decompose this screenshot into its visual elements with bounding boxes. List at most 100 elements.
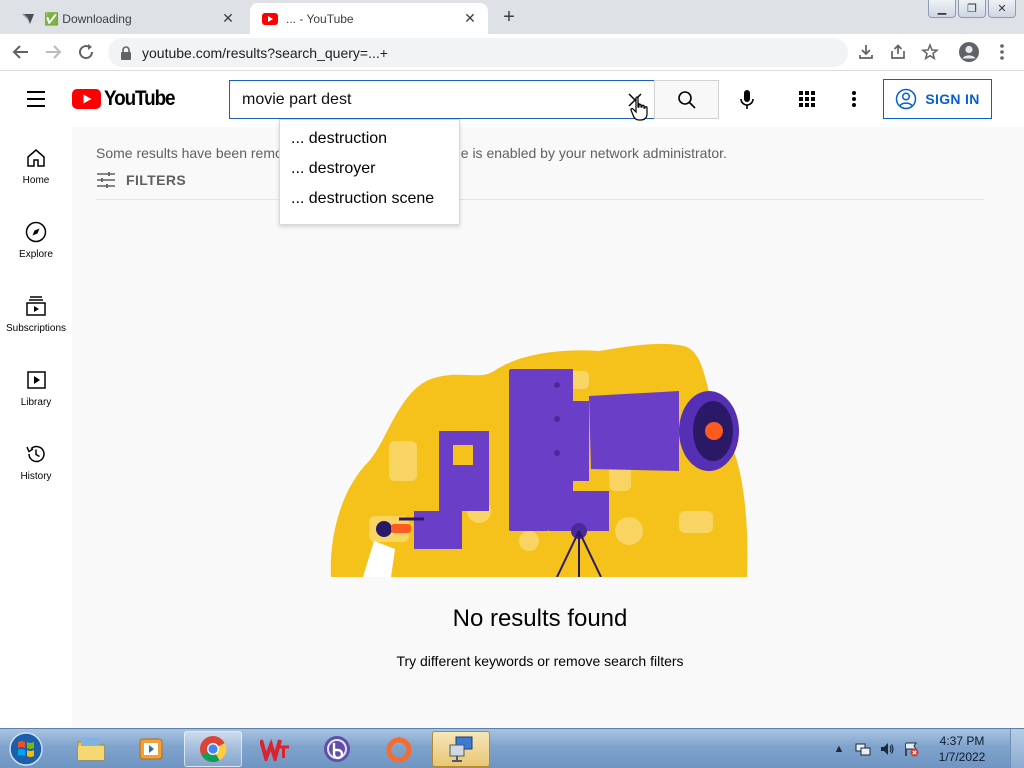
browser-tab-strip: ✅ Downloading ✕ ... - YouTube ✕ + ▁ ❐ ✕ xyxy=(0,0,1024,34)
taskbar-media-player[interactable] xyxy=(122,731,180,767)
back-arrow-icon xyxy=(12,45,28,59)
no-results-illustration xyxy=(330,343,748,577)
voice-search-button[interactable] xyxy=(732,85,762,115)
download-icon xyxy=(859,45,873,59)
sign-in-label: SIGN IN xyxy=(925,91,980,107)
search-box[interactable] xyxy=(229,80,655,119)
chrome-icon xyxy=(200,736,227,763)
filters-button[interactable]: FILTERS xyxy=(96,171,186,189)
install-app-button[interactable] xyxy=(853,39,879,65)
sidebar-item-label: Explore xyxy=(19,249,53,260)
profile-avatar-icon xyxy=(959,42,979,62)
suggestion-item[interactable]: ... destroyer xyxy=(280,154,459,184)
restore-button[interactable]: ❐ xyxy=(958,0,986,18)
sign-in-button[interactable]: SIGN IN xyxy=(883,79,992,119)
show-hidden-icons-icon[interactable]: ▲ xyxy=(830,740,848,758)
sidebar-item-home[interactable]: Home xyxy=(0,127,72,201)
new-tab-button[interactable]: + xyxy=(498,6,520,28)
sidebar-item-library[interactable]: Library xyxy=(0,349,72,423)
search-suggestions-dropdown: ... destruction ... destroyer ... destru… xyxy=(279,119,460,225)
windows-taskbar: ▲ 4:37 PM 1/7/2022 xyxy=(0,728,1024,768)
kebab-menu-icon xyxy=(852,91,856,107)
volume-icon[interactable] xyxy=(878,740,896,758)
forward-button[interactable] xyxy=(40,39,66,65)
search-results-area: Some results have been remo e is enabled … xyxy=(72,127,1024,728)
folder-icon xyxy=(77,738,105,761)
search-button[interactable] xyxy=(654,80,719,119)
wps-office-icon xyxy=(260,738,289,761)
browser-menu-button[interactable] xyxy=(989,39,1015,65)
lock-icon xyxy=(120,45,132,60)
sidebar-item-label: Library xyxy=(20,397,52,408)
close-tab-icon[interactable]: ✕ xyxy=(460,9,480,29)
system-clock[interactable]: 4:37 PM 1/7/2022 xyxy=(926,733,998,765)
kebab-menu-icon xyxy=(1000,44,1004,60)
bookmark-button[interactable] xyxy=(917,39,943,65)
origin-icon xyxy=(386,736,412,763)
clock-time: 4:37 PM xyxy=(939,734,985,748)
no-results-title: No results found xyxy=(452,605,628,632)
close-tab-icon[interactable]: ✕ xyxy=(218,9,238,29)
microphone-icon xyxy=(740,90,754,109)
youtube-play-logo-icon xyxy=(72,89,101,109)
bittorrent-icon xyxy=(324,736,350,762)
tab-title: ... - YouTube xyxy=(286,11,354,26)
tab-downloading[interactable]: ✅ Downloading ✕ xyxy=(8,3,246,34)
suggestion-item[interactable]: ... destruction scene xyxy=(280,184,459,214)
youtube-favicon-icon xyxy=(262,11,278,27)
youtube-header: YouTube SIGN IN xyxy=(0,71,1024,127)
sidebar-item-label: History xyxy=(20,471,52,482)
history-icon xyxy=(26,445,45,463)
sidebar-item-history[interactable]: History xyxy=(0,423,72,497)
minimize-button[interactable]: ▁ xyxy=(928,0,956,18)
taskbar-origin[interactable] xyxy=(370,731,428,767)
settings-menu-button[interactable] xyxy=(843,85,865,113)
network-computer-icon xyxy=(449,736,473,762)
notice-text-left: Some results have been remo xyxy=(96,145,283,161)
taskbar-wps[interactable] xyxy=(246,731,304,767)
taskbar-explorer[interactable] xyxy=(62,731,120,767)
url-text: youtube.com/results?search_query=...+ xyxy=(142,44,388,61)
home-icon xyxy=(27,149,45,167)
search-input[interactable] xyxy=(230,81,610,118)
sidebar-item-subscriptions[interactable]: Subscriptions xyxy=(0,275,72,349)
tab-title: ✅ Downloading xyxy=(44,11,132,26)
youtube-logo[interactable]: YouTube xyxy=(72,87,182,111)
mini-guide-sidebar: Home Explore Subscriptions Library Histo… xyxy=(0,127,72,728)
taskbar-bittorrent[interactable] xyxy=(308,731,366,767)
forward-arrow-icon xyxy=(46,45,62,59)
action-center-warning-icon[interactable] xyxy=(902,740,920,758)
taskbar-chrome[interactable] xyxy=(184,731,242,767)
search-icon xyxy=(677,90,696,109)
library-icon xyxy=(27,371,46,389)
show-desktop-button[interactable] xyxy=(1010,729,1024,768)
compass-icon xyxy=(25,221,47,243)
media-player-icon xyxy=(139,738,163,760)
no-results-hint: Try different keywords or remove search … xyxy=(396,653,684,669)
youtube-wordmark: YouTube xyxy=(104,87,176,110)
profile-button[interactable] xyxy=(956,39,982,65)
reload-button[interactable] xyxy=(73,39,99,65)
account-circle-icon xyxy=(896,88,917,110)
taskbar-network-app[interactable] xyxy=(432,731,490,767)
apps-grid-icon xyxy=(799,91,815,107)
network-status-icon[interactable] xyxy=(854,740,872,758)
close-window-button[interactable]: ✕ xyxy=(988,0,1016,18)
address-bar[interactable]: youtube.com/results?search_query=...+ xyxy=(108,38,848,67)
clock-date: 1/7/2022 xyxy=(938,750,986,764)
star-icon xyxy=(921,43,939,61)
sidebar-item-explore[interactable]: Explore xyxy=(0,201,72,275)
tab-youtube[interactable]: ... - YouTube ✕ xyxy=(250,3,488,34)
app-favicon-icon xyxy=(20,11,36,27)
youtube-apps-button[interactable] xyxy=(794,85,820,113)
subscriptions-icon xyxy=(26,296,46,316)
filters-label: FILTERS xyxy=(126,172,187,188)
suggestion-item[interactable]: ... destruction xyxy=(280,124,459,154)
start-button[interactable] xyxy=(4,730,48,768)
windows-start-orb-icon xyxy=(9,732,43,766)
notice-text-right: e is enabled by your network administrat… xyxy=(460,145,727,161)
back-button[interactable] xyxy=(8,39,34,65)
share-button[interactable] xyxy=(885,39,911,65)
hamburger-menu-icon[interactable] xyxy=(24,89,48,109)
share-icon xyxy=(891,44,905,59)
